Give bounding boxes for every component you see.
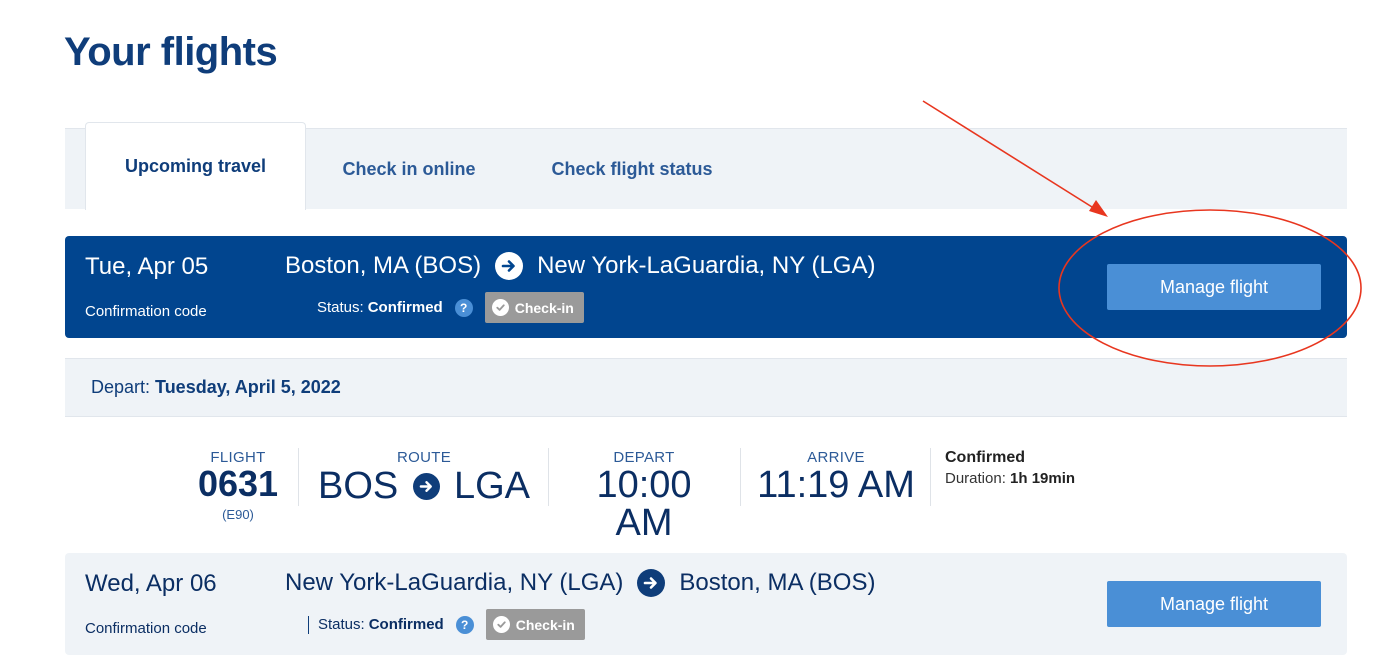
trip-destination: New York-LaGuardia, NY (LGA) <box>537 252 876 279</box>
duration-value: 1h 19min <box>1010 470 1076 487</box>
manage-flight-button[interactable]: Manage flight <box>1107 264 1321 310</box>
route-column: ROUTE BOS LGA <box>318 440 530 530</box>
check-in-label: Check-in <box>514 299 574 316</box>
flight-number-column: FLIGHT 0631 (E90) <box>190 440 286 530</box>
check-circle-icon <box>492 616 510 633</box>
trip-date: Wed, Apr 06 <box>85 570 217 597</box>
trip-date: Tue, Apr 05 <box>85 253 209 280</box>
segment-duration: Duration: 1h 19min <box>945 470 1145 487</box>
check-in-badge[interactable]: Check-in <box>485 609 585 640</box>
confirmation-code-label: Confirmation code <box>85 620 207 637</box>
column-divider <box>740 448 741 506</box>
arrow-right-circle-icon <box>637 569 666 597</box>
status-label: Status: <box>318 616 365 633</box>
route-label: ROUTE <box>397 449 451 466</box>
trip-status: Status: Confirmed ? Check-in <box>317 292 584 323</box>
column-divider <box>298 448 299 506</box>
tab-bar: Upcoming travel Check in online Check fl… <box>65 122 1347 210</box>
depart-header: Depart: Tuesday, April 5, 2022 <box>65 358 1347 417</box>
depart-label: Depart: <box>91 377 151 397</box>
column-divider <box>930 448 931 506</box>
depart-time: 10:00 AM <box>596 464 692 544</box>
trip-route: New York-LaGuardia, NY (LGA) Boston, MA … <box>285 569 875 597</box>
route-to: LGA <box>453 465 530 507</box>
status-label: Status: <box>317 299 364 316</box>
aircraft-type: (E90) <box>222 507 254 522</box>
column-divider <box>548 448 549 506</box>
trip-origin: New York-LaGuardia, NY (LGA) <box>285 569 624 596</box>
tab-check-flight-status[interactable]: Check flight status <box>535 129 729 210</box>
route-from: BOS <box>318 465 399 507</box>
route-codes: BOS LGA <box>318 467 530 505</box>
trip-destination: Boston, MA (BOS) <box>679 569 876 596</box>
trip-status: Status: Confirmed ? Check-in <box>308 609 585 640</box>
trip-origin: Boston, MA (BOS) <box>285 252 482 279</box>
arrow-right-circle-icon <box>495 252 524 280</box>
check-in-badge[interactable]: Check-in <box>484 292 584 323</box>
arrive-time: 11:19 AM <box>757 464 915 506</box>
trip-card-return: Wed, Apr 06 Confirmation code New York-L… <box>65 553 1347 655</box>
depart-time-column: DEPART 10:00 AM <box>565 440 723 542</box>
status-value: Confirmed <box>367 299 443 316</box>
tab-upcoming-travel[interactable]: Upcoming travel <box>85 122 306 210</box>
trip-card-outbound: Tue, Apr 05 Confirmation code Boston, MA… <box>65 236 1347 338</box>
question-circle-icon[interactable]: ? <box>454 298 473 317</box>
divider <box>308 615 309 634</box>
check-circle-icon <box>491 299 509 316</box>
page-title: Your flights <box>64 30 278 74</box>
flight-number: 0631 <box>197 463 279 504</box>
tab-check-in-online[interactable]: Check in online <box>319 129 499 210</box>
manage-flight-button[interactable]: Manage flight <box>1107 581 1321 627</box>
arrow-right-circle-icon <box>412 472 440 500</box>
segment-details: Confirmed Duration: 1h 19min <box>945 440 1145 530</box>
arrive-time-column: ARRIVE 11:19 AM <box>757 440 915 530</box>
check-in-label: Check-in <box>515 616 575 633</box>
trip-route: Boston, MA (BOS) New York-LaGuardia, NY … <box>285 252 875 280</box>
depart-date: Tuesday, April 5, 2022 <box>155 377 341 397</box>
question-circle-icon[interactable]: ? <box>455 615 474 634</box>
status-value: Confirmed <box>368 616 444 633</box>
segment-status: Confirmed <box>945 449 1025 466</box>
confirmation-code-label: Confirmation code <box>85 303 207 320</box>
duration-label: Duration: <box>945 470 1006 487</box>
